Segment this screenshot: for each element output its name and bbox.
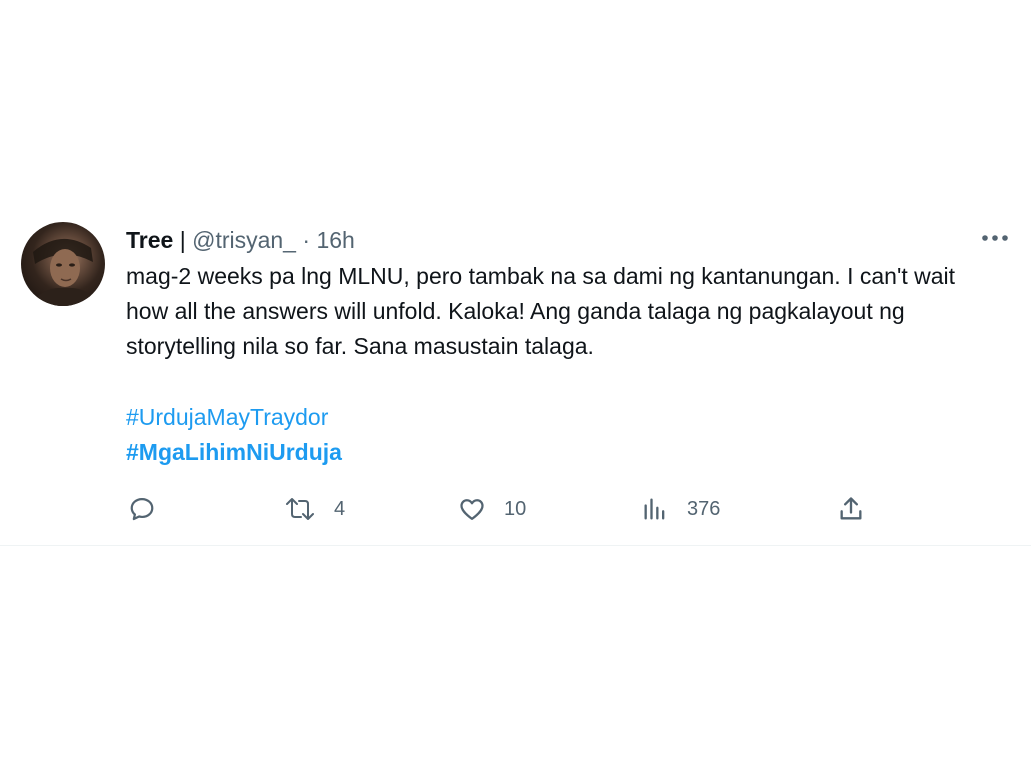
tweet-card[interactable]: Tree | @trisyan_ · 16h mag-2 weeks pa ln… (0, 205, 1031, 546)
avatar[interactable] (21, 222, 105, 306)
author-handle[interactable]: @trisyan_ (192, 227, 296, 253)
like-button[interactable]: 10 (458, 493, 526, 525)
name-separator: | (179, 227, 186, 253)
heart-icon (460, 499, 484, 521)
author-name[interactable]: Tree (126, 227, 173, 253)
retweet-count: 4 (334, 497, 346, 520)
views-icon (644, 498, 665, 520)
like-count: 10 (504, 497, 527, 520)
retweet-icon (286, 498, 314, 520)
hashtag-list: #UrdujaMayTraydor #MgaLihimNiUrduja (126, 400, 342, 470)
tweet-timestamp[interactable]: 16h (316, 227, 354, 253)
more-horizontal-icon (982, 235, 1008, 241)
views-count: 376 (687, 497, 721, 520)
retweet-button[interactable]: 4 (284, 493, 345, 525)
reply-icon (130, 497, 154, 521)
share-icon (840, 497, 862, 520)
tweet-header: Tree | @trisyan_ · 16h (126, 226, 355, 254)
avatar-portrait (31, 238, 99, 306)
reply-button[interactable] (128, 493, 156, 525)
tweet-text: mag-2 weeks pa lng MLNU, pero tambak na … (126, 263, 956, 359)
hashtag-link[interactable]: #UrdujaMayTraydor (126, 400, 342, 435)
share-button[interactable] (837, 493, 865, 525)
more-options-button[interactable] (975, 223, 1015, 253)
hashtag-link[interactable]: #MgaLihimNiUrduja (126, 435, 342, 470)
views-button[interactable]: 376 (641, 493, 720, 525)
dot-separator: · (302, 227, 311, 253)
